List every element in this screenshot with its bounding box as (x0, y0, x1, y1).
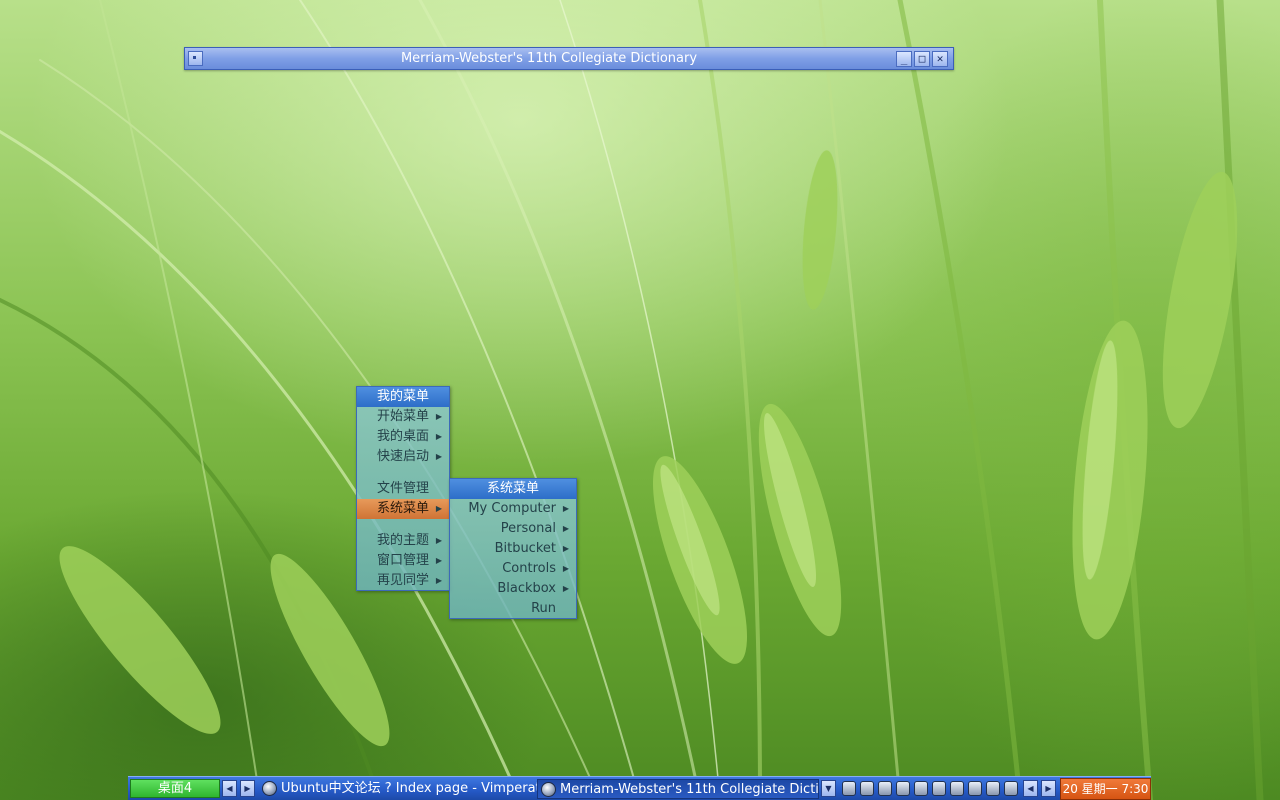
printer-icon[interactable] (950, 781, 964, 796)
menu-item-controls[interactable]: Controls ▶ (450, 559, 576, 579)
screen-icon[interactable] (878, 781, 892, 796)
menu-separator (357, 519, 449, 531)
submenu-arrow-icon: ▶ (562, 564, 569, 573)
close-icon[interactable]: ✕ (932, 51, 948, 67)
menu-item-label: 我的桌面 (377, 429, 430, 444)
menu-item-label: 再见同学 (377, 573, 430, 588)
menu-item-label: 窗口管理 (377, 553, 430, 568)
submenu-arrow-icon: ▶ (435, 432, 442, 441)
menu-item-label: 开始菜单 (377, 409, 430, 424)
task-label: Ubuntu中文论坛 ? Index page - Vimperator (281, 781, 537, 796)
system-menu-title: 系统菜单 (450, 479, 576, 499)
menu-item-label: 系统菜单 (377, 501, 430, 516)
submenu-arrow-icon: ▶ (435, 504, 442, 513)
submenu-arrow-icon: ▶ (435, 452, 442, 461)
tray-prev-icon[interactable]: ◀ (1023, 780, 1038, 797)
task-vimperator[interactable]: Ubuntu中文论坛 ? Index page - Vimperator (259, 779, 537, 799)
menu-item-label: Personal (500, 521, 556, 536)
workspace-next-icon[interactable]: ▶ (240, 780, 255, 797)
menu-item-label: Blackbox (497, 581, 556, 596)
submenu-arrow-icon: ▶ (562, 584, 569, 593)
menu-item-label: Controls (502, 561, 556, 576)
submenu-arrow-icon: ▶ (435, 412, 442, 421)
submenu-arrow-icon: ▶ (435, 576, 442, 585)
submenu-arrow-icon: ▶ (562, 524, 569, 533)
menu-item-start-menu[interactable]: 开始菜单 ▶ (357, 407, 449, 427)
tray-next-icon[interactable]: ▶ (1041, 780, 1056, 797)
main-menu-title: 我的菜单 (357, 387, 449, 407)
task-list-menu-icon[interactable]: ▼ (821, 780, 836, 797)
desktop-wallpaper (0, 0, 1280, 800)
task-label: Merriam-Webster's 11th Collegiate Dictio… (560, 782, 819, 797)
browser-icon (262, 781, 277, 796)
submenu-arrow-icon: ▶ (562, 544, 569, 553)
taskbar: 桌面4 ◀ ▶ Ubuntu中文论坛 ? Index page - Vimper… (128, 776, 1151, 800)
menu-item-quick-launch[interactable]: 快速启动 ▶ (357, 447, 449, 467)
volume-icon[interactable] (896, 781, 910, 796)
submenu-arrow-icon: ▶ (435, 556, 442, 565)
maximize-icon[interactable]: □ (914, 51, 930, 67)
submenu-arrow-icon: ▶ (562, 504, 569, 513)
clip-icon[interactable] (986, 781, 1000, 796)
menu-item-system-menu[interactable]: 系统菜单 ▶ (357, 499, 449, 519)
menu-item-label: 我的主题 (377, 533, 430, 548)
menu-item-my-desktop[interactable]: 我的桌面 ▶ (357, 427, 449, 447)
menu-item-my-computer[interactable]: My Computer ▶ (450, 499, 576, 519)
network-icon[interactable] (914, 781, 928, 796)
menu-item-goodbye[interactable]: 再见同学 ▶ (357, 571, 449, 591)
app-icon[interactable] (842, 781, 856, 796)
menu-item-run[interactable]: Run (450, 599, 576, 619)
window-title: Merriam-Webster's 11th Collegiate Dictio… (400, 51, 698, 66)
menu-item-label: Run (531, 601, 556, 616)
menu-item-bitbucket[interactable]: Bitbucket ▶ (450, 539, 576, 559)
workspace-button[interactable]: 桌面4 (130, 779, 220, 798)
menu-item-label: 文件管理 (377, 481, 430, 496)
clock[interactable]: 20 星期一 7:30 (1060, 778, 1151, 800)
menu-separator (357, 467, 449, 479)
dictionary-window-titlebar[interactable]: Merriam-Webster's 11th Collegiate Dictio… (184, 47, 954, 70)
menu-item-label: Bitbucket (494, 541, 556, 556)
submenu-arrow-icon: ▶ (435, 536, 442, 545)
menu-item-file-manager[interactable]: 文件管理 (357, 479, 449, 499)
menu-item-blackbox[interactable]: Blackbox ▶ (450, 579, 576, 599)
dictionary-icon (541, 782, 556, 797)
menu-item-label: My Computer (468, 501, 556, 516)
minimize-icon[interactable]: _ (896, 51, 912, 67)
update-icon[interactable] (1004, 781, 1018, 796)
main-menu: 我的菜单 开始菜单 ▶ 我的桌面 ▶ 快速启动 ▶ 文件管理 系统菜单 ▶ 我的… (356, 386, 450, 591)
menu-item-my-themes[interactable]: 我的主题 ▶ (357, 531, 449, 551)
wheat-field-image (0, 0, 1264, 800)
user-icon[interactable] (968, 781, 982, 796)
workspace-prev-icon[interactable]: ◀ (222, 780, 237, 797)
window-menu-icon[interactable] (188, 51, 203, 66)
chat-icon[interactable] (860, 781, 874, 796)
menu-item-personal[interactable]: Personal ▶ (450, 519, 576, 539)
task-dictionary[interactable]: Merriam-Webster's 11th Collegiate Dictio… (537, 779, 819, 799)
menu-item-window-management[interactable]: 窗口管理 ▶ (357, 551, 449, 571)
menu-item-label: 快速启动 (377, 449, 430, 464)
tool-icon[interactable] (932, 781, 946, 796)
system-submenu: 系统菜单 My Computer ▶ Personal ▶ Bitbucket … (449, 478, 577, 619)
